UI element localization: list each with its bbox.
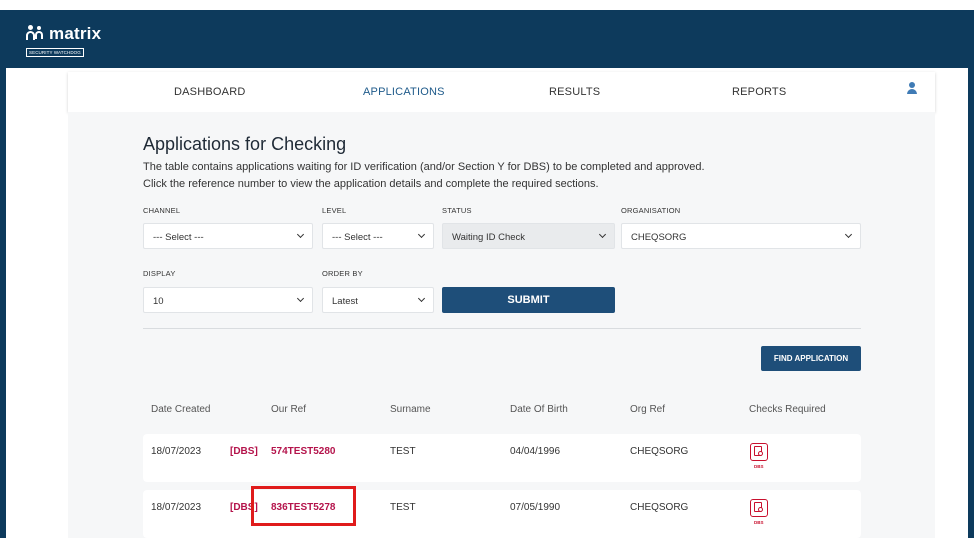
submit-button[interactable]: SUBMIT <box>442 287 615 313</box>
channel-label: CHANNEL <box>143 206 181 215</box>
right-frame-bar <box>968 68 974 538</box>
chevron-down-icon <box>417 294 426 303</box>
dbs-check-icon[interactable] <box>750 499 768 517</box>
nav-applications[interactable]: APPLICATIONS <box>363 86 445 98</box>
status-label: STATUS <box>442 206 472 215</box>
page-description-line-1: The table contains applications waiting … <box>143 161 705 173</box>
display-select-value: 10 <box>153 296 164 307</box>
dbs-check-icon[interactable] <box>750 443 768 461</box>
status-select[interactable]: Waiting ID Check <box>442 223 615 249</box>
highlight-box <box>251 486 356 526</box>
status-select-value: Waiting ID Check <box>452 232 526 243</box>
level-label: LEVEL <box>322 206 347 215</box>
cell-org-ref: CHEQSORG <box>630 446 689 457</box>
channel-select[interactable]: --- Select --- <box>143 223 313 249</box>
top-header-bar: matrix SECURITY WATCHDOG <box>0 10 974 68</box>
cell-org-ref: CHEQSORG <box>630 502 689 513</box>
display-label: DISPLAY <box>143 269 176 278</box>
organisation-select-value: CHEQSORG <box>631 232 687 243</box>
find-application-button[interactable]: FIND APPLICATION <box>761 346 861 371</box>
header-checks-required: Checks Required <box>749 404 826 415</box>
cell-surname: TEST <box>390 446 416 457</box>
organisation-label: ORGANISATION <box>621 206 681 215</box>
chevron-down-icon <box>296 294 305 303</box>
cell-date-of-birth: 07/05/1990 <box>510 502 561 513</box>
display-select[interactable]: 10 <box>143 287 313 313</box>
section-divider <box>143 328 861 329</box>
nav-results[interactable]: RESULTS <box>549 86 600 98</box>
people-logo-icon <box>26 25 46 41</box>
chevron-down-icon <box>598 230 607 239</box>
nav-dashboard[interactable]: DASHBOARD <box>174 86 245 98</box>
page-description-line-2: Click the reference number to view the a… <box>143 178 599 190</box>
dbs-label: DBS <box>754 520 764 525</box>
cell-date-of-birth: 04/04/1996 <box>510 446 561 457</box>
header-date-of-birth: Date Of Birth <box>510 404 568 415</box>
cell-tag: [DBS] <box>230 446 258 457</box>
header-org-ref: Org Ref <box>630 404 666 415</box>
channel-select-value: --- Select --- <box>153 232 204 243</box>
level-select[interactable]: --- Select --- <box>322 223 434 249</box>
level-select-value: --- Select --- <box>332 232 383 243</box>
nav-reports[interactable]: REPORTS <box>732 86 786 98</box>
matrix-logo[interactable]: matrix SECURITY WATCHDOG <box>26 25 101 59</box>
applications-panel: Applications for Checking The table cont… <box>68 112 935 538</box>
user-icon[interactable] <box>907 82 917 94</box>
main-navigation: DASHBOARD APPLICATIONS RESULTS REPORTS <box>68 72 935 112</box>
order-by-label: ORDER BY <box>322 269 363 278</box>
cell-date-created: 18/07/2023 <box>151 446 202 457</box>
page-title: Applications for Checking <box>143 134 347 154</box>
cell-surname: TEST <box>390 502 416 513</box>
logo-text: matrix <box>49 24 102 43</box>
cell-date-created: 18/07/2023 <box>151 502 202 513</box>
order-by-select-value: Latest <box>332 296 358 307</box>
chevron-down-icon <box>844 230 853 239</box>
header-our-ref: Our Ref <box>271 404 307 415</box>
dbs-label: DBS <box>754 464 764 469</box>
order-by-select[interactable]: Latest <box>322 287 434 313</box>
chevron-down-icon <box>296 230 305 239</box>
chevron-down-icon <box>417 230 426 239</box>
header-surname: Surname <box>390 404 431 415</box>
header-date-created: Date Created <box>151 404 211 415</box>
cell-our-ref-link[interactable]: 574TEST5280 <box>271 446 336 457</box>
table-row: 18/07/2023 [DBS] 574TEST5280 TEST 04/04/… <box>143 434 861 482</box>
organisation-select[interactable]: CHEQSORG <box>621 223 861 249</box>
logo-tagline: SECURITY WATCHDOG <box>26 48 84 57</box>
